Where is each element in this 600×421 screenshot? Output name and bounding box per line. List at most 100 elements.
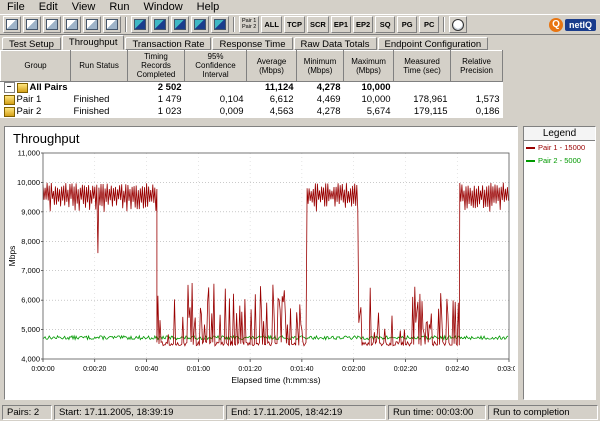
menu-help[interactable]: Help <box>190 1 227 13</box>
status-cell-0: Pairs: 2 <box>2 405 52 420</box>
column-header-6[interactable]: Maximum (Mbps) <box>344 51 394 82</box>
cell-records: 1 479 <box>128 94 185 106</box>
x-tick-label: 0:03:00 <box>497 366 515 373</box>
toolbar-separator <box>233 17 235 32</box>
column-header-1[interactable]: Run Status <box>71 51 128 82</box>
tab-endpoint-configuration[interactable]: Endpoint Configuration <box>378 37 489 50</box>
column-header-7[interactable]: Measured Time (sec) <box>394 51 451 82</box>
x-tick-label: 0:01:40 <box>290 366 313 373</box>
netiq-logo-text: netIQ <box>565 19 596 31</box>
legend-items: Pair 1 - 15000Pair 2 - 5000 <box>524 141 595 167</box>
cell-avg: 6,612 <box>247 94 297 106</box>
cell-precision: 0,186 <box>451 106 503 118</box>
status-bar: Pairs: 2Start: 17.11.2005, 18:39:19End: … <box>0 404 600 421</box>
y-tick-label: 8,000 <box>21 237 40 246</box>
menu-run[interactable]: Run <box>102 1 136 13</box>
copy-button[interactable] <box>103 16 121 33</box>
cell-ci: 0,009 <box>185 106 247 118</box>
cut-icon <box>86 19 98 30</box>
throughput-chart: 11,00010,0009,0008,0007,0006,0005,0004,0… <box>7 147 515 397</box>
column-header-3[interactable]: 95% Confidence Interval <box>185 51 247 82</box>
cell-min: 4,469 <box>297 94 344 106</box>
legend-line-sample <box>526 147 535 149</box>
toolbar-separator <box>125 17 127 32</box>
run-test-button[interactable] <box>131 16 149 33</box>
x-tick-label: 0:01:00 <box>187 366 210 373</box>
clock-button[interactable] <box>449 16 467 33</box>
results-table: GroupRun StatusTiming Records Completed9… <box>0 50 503 118</box>
cut-button[interactable] <box>83 16 101 33</box>
legend-item: Pair 1 - 15000 <box>524 141 595 154</box>
tab-raw-data-totals[interactable]: Raw Data Totals <box>294 37 377 50</box>
toolbar-separator <box>443 17 445 32</box>
report-button[interactable] <box>211 16 229 33</box>
cell-max: 10,000 <box>344 94 394 106</box>
save-icon <box>46 19 58 30</box>
y-tick-label: 11,000 <box>18 149 40 158</box>
column-header-5[interactable]: Minimum (Mbps) <box>297 51 344 82</box>
x-tick-label: 0:00:40 <box>135 366 158 373</box>
table-row[interactable]: −All Pairs2 50211,1244,27810,000 <box>1 81 503 94</box>
tab-bar: Test SetupThroughputTransaction RateResp… <box>0 35 600 50</box>
legend-line-sample <box>526 160 535 162</box>
new-button[interactable] <box>3 16 21 33</box>
column-header-4[interactable]: Average (Mbps) <box>247 51 297 82</box>
menu-edit[interactable]: Edit <box>32 1 65 13</box>
menu-file[interactable]: File <box>0 1 32 13</box>
tab-transaction-rate[interactable]: Transaction Rate <box>125 37 211 50</box>
tab-response-time[interactable]: Response Time <box>212 37 292 50</box>
table-row[interactable]: Pair 2Finished1 0230,0094,5634,2785,6741… <box>1 106 503 118</box>
column-header-0[interactable]: Group <box>1 51 71 82</box>
chart-button[interactable] <box>191 16 209 33</box>
cell-precision <box>451 81 503 94</box>
filter-pg-button[interactable]: PG <box>397 16 417 33</box>
column-header-2[interactable]: Timing Records Completed <box>128 51 185 82</box>
column-header-8[interactable]: Relative Precision <box>451 51 503 82</box>
cell-group: −All Pairs <box>1 82 71 94</box>
cell-time: 178,961 <box>394 94 451 106</box>
table-row[interactable]: Pair 1Finished1 4790,1046,6124,46910,000… <box>1 94 503 106</box>
x-tick-label: 0:00:00 <box>31 366 54 373</box>
netiq-logo: QnetIQ <box>549 18 597 32</box>
cell-run_status: Finished <box>71 106 128 118</box>
chart-title: Throughput <box>13 131 80 146</box>
print-button[interactable] <box>63 16 81 33</box>
open-button[interactable] <box>23 16 41 33</box>
filter-tcp-button[interactable]: TCP <box>284 16 305 33</box>
cell-max: 10,000 <box>344 81 394 94</box>
cell-records: 1 023 <box>128 106 185 118</box>
cell-max: 5,674 <box>344 106 394 118</box>
filter-ep2-button[interactable]: EP2 <box>353 16 373 33</box>
status-cell-4: Run to completion <box>488 405 598 420</box>
filter-scr-button[interactable]: SCR <box>307 16 329 33</box>
pair-icon <box>17 83 28 93</box>
status-cell-2: End: 17.11.2005, 18:42:19 <box>226 405 386 420</box>
filter-pc-button[interactable]: PC <box>419 16 439 33</box>
netiq-logo-q-icon: Q <box>549 18 563 32</box>
expand-collapse-icon[interactable]: − <box>4 82 15 93</box>
tab-test-setup[interactable]: Test Setup <box>2 37 61 50</box>
group-label: Pair 2 <box>17 106 42 117</box>
add-pair-button[interactable] <box>171 16 189 33</box>
menu-view[interactable]: View <box>65 1 103 13</box>
menu-bar: FileEditViewRunWindowHelp <box>0 0 600 14</box>
filter-ep1-button[interactable]: EP1 <box>331 16 351 33</box>
save-button[interactable] <box>43 16 61 33</box>
cell-ci: 0,104 <box>185 94 247 106</box>
run-test-icon <box>134 19 146 30</box>
series-pair-2 <box>43 336 508 340</box>
legend-panel: Legend Pair 1 - 15000Pair 2 - 5000 <box>523 126 596 400</box>
filter-sq-button[interactable]: SQ <box>375 16 395 33</box>
report-icon <box>214 19 226 30</box>
stop-test-button[interactable] <box>151 16 169 33</box>
y-tick-label: 4,000 <box>21 355 40 364</box>
cell-avg: 4,563 <box>247 106 297 118</box>
x-tick-label: 0:02:20 <box>394 366 417 373</box>
pair-filter-button[interactable]: Pair 1Pair 2 <box>239 16 259 33</box>
menu-window[interactable]: Window <box>137 1 190 13</box>
new-icon <box>6 19 18 30</box>
tab-throughput[interactable]: Throughput <box>62 35 125 50</box>
filter-all-button[interactable]: ALL <box>261 16 282 33</box>
y-tick-label: 7,000 <box>21 266 40 275</box>
pair-icon <box>4 107 15 117</box>
